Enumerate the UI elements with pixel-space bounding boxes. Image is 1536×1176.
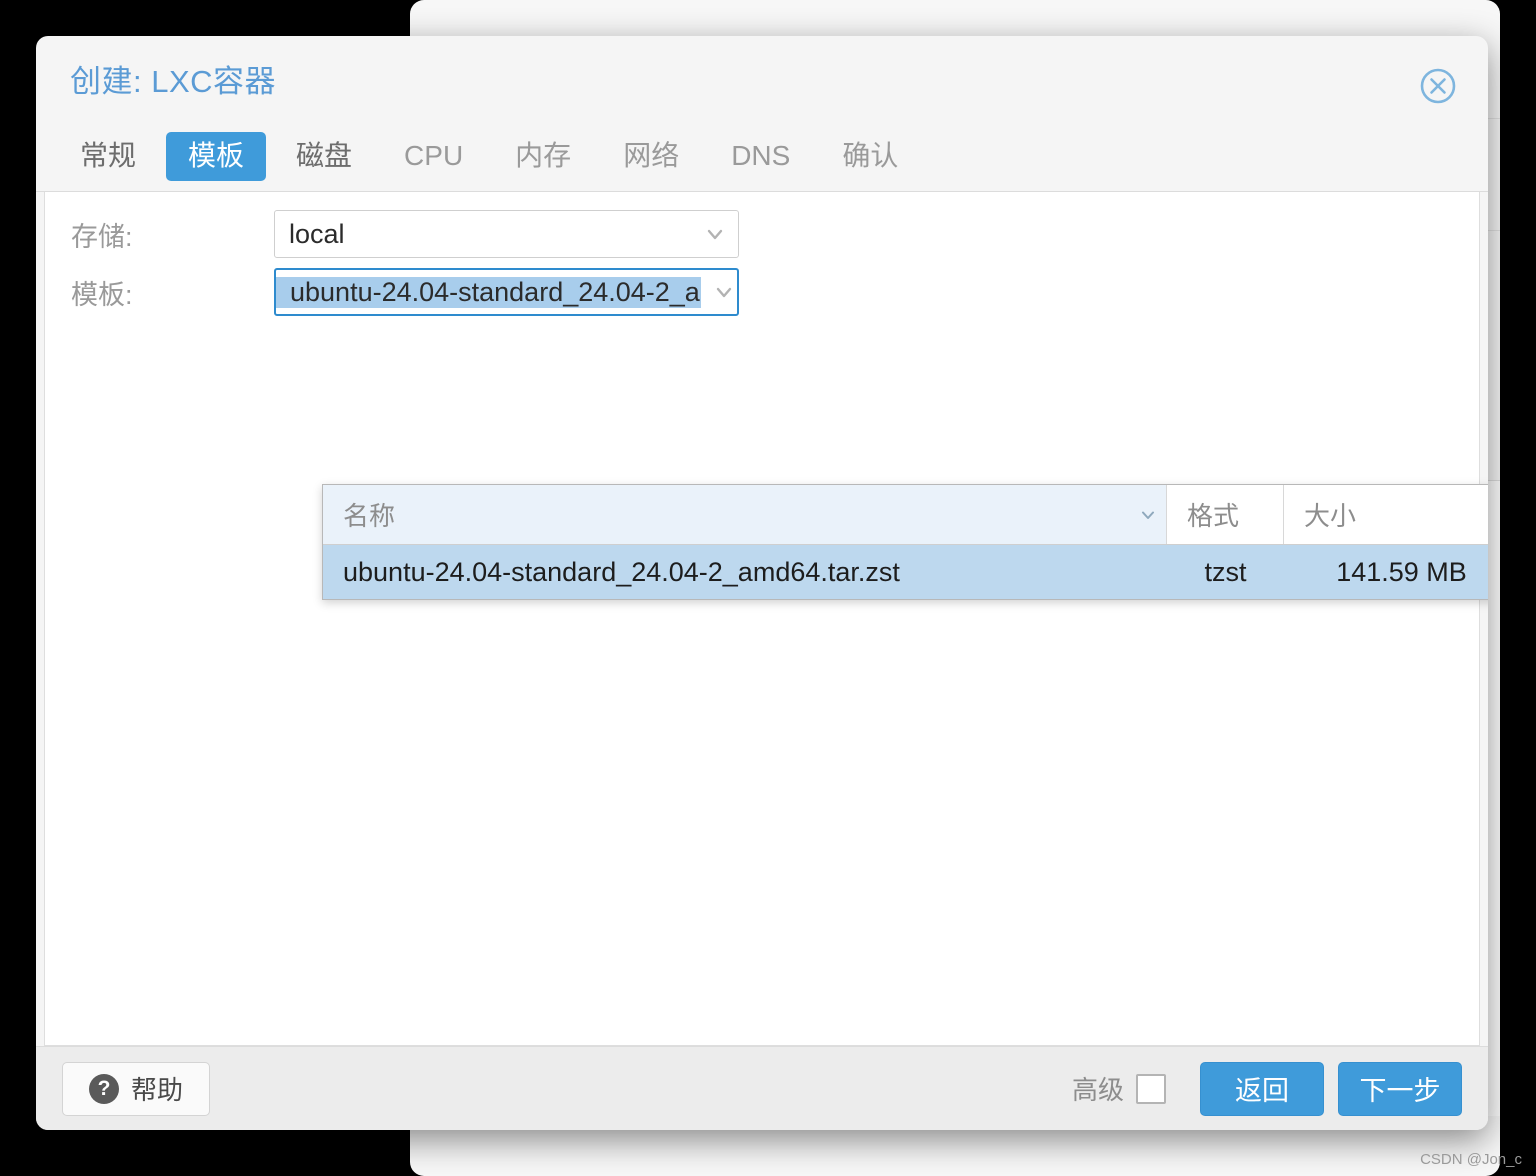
template-dropdown-panel: 名称 格式 大小 ubuntu-24.04-standard_24.04-2_a… xyxy=(322,484,1488,600)
template-select[interactable]: ubuntu-24.04-standard_24.04-2_a xyxy=(274,268,739,316)
close-icon[interactable] xyxy=(1418,66,1458,106)
tab-network[interactable]: 网络 xyxy=(601,132,701,181)
question-mark-icon: ? xyxy=(88,1073,119,1104)
column-header-size[interactable]: 大小 xyxy=(1284,485,1488,544)
storage-label: 存储: xyxy=(71,221,133,252)
tab-disk[interactable]: 磁盘 xyxy=(274,132,374,181)
storage-select[interactable]: local xyxy=(274,210,739,258)
chevron-down-icon[interactable] xyxy=(701,279,747,305)
next-button[interactable]: 下一步 xyxy=(1338,1061,1462,1116)
cell-name: ubuntu-24.04-standard_24.04-2_amd64.tar.… xyxy=(343,556,900,587)
tab-general[interactable]: 常规 xyxy=(58,132,158,181)
advanced-toggle[interactable]: 高级 xyxy=(1072,1070,1166,1107)
template-value[interactable]: ubuntu-24.04-standard_24.04-2_a xyxy=(276,276,701,308)
cell-size: 141.59 MB xyxy=(1336,556,1467,587)
column-header-name[interactable]: 名称 xyxy=(323,485,1129,544)
tab-memory[interactable]: 内存 xyxy=(493,132,593,181)
dropdown-grid-header: 名称 格式 大小 xyxy=(323,485,1488,545)
create-lxc-dialog: 创建: LXC容器 常规 模板 磁盘 CPU 内存 网络 DNS 确认 存储: … xyxy=(36,36,1488,1130)
tab-dns[interactable]: DNS xyxy=(709,132,812,181)
advanced-checkbox[interactable] xyxy=(1136,1073,1166,1104)
table-row[interactable]: ubuntu-24.04-standard_24.04-2_amd64.tar.… xyxy=(323,545,1488,599)
storage-value: local xyxy=(289,218,345,249)
tab-template[interactable]: 模板 xyxy=(166,132,267,181)
template-row: 模板: ubuntu-24.04-standard_24.04-2_a xyxy=(59,268,739,316)
tab-confirm[interactable]: 确认 xyxy=(820,132,920,181)
cell-format: tzst xyxy=(1204,556,1247,587)
tab-bar: 常规 模板 磁盘 CPU 内存 网络 DNS 确认 xyxy=(36,122,1488,192)
tab-cpu[interactable]: CPU xyxy=(382,132,485,181)
chevron-down-icon[interactable] xyxy=(1129,485,1167,544)
dialog-footer: ? 帮助 高级 返回 下一步 xyxy=(36,1046,1488,1130)
help-button-label: 帮助 xyxy=(130,1075,183,1105)
column-header-format[interactable]: 格式 xyxy=(1167,485,1284,544)
advanced-label: 高级 xyxy=(1071,1075,1124,1105)
watermark: CSDN @Jon_c xyxy=(1420,1151,1522,1168)
help-button[interactable]: ? 帮助 xyxy=(62,1061,210,1116)
back-button[interactable]: 返回 xyxy=(1200,1061,1324,1116)
dialog-header: 创建: LXC容器 xyxy=(36,36,1488,122)
chevron-down-icon[interactable] xyxy=(692,221,738,247)
dialog-title: 创建: LXC容器 xyxy=(70,64,277,99)
storage-row: 存储: local xyxy=(59,210,739,258)
dialog-body: 存储: local 模板: ubuntu-24.04-standard_24.0… xyxy=(44,192,1488,1046)
template-label: 模板: xyxy=(71,279,133,310)
